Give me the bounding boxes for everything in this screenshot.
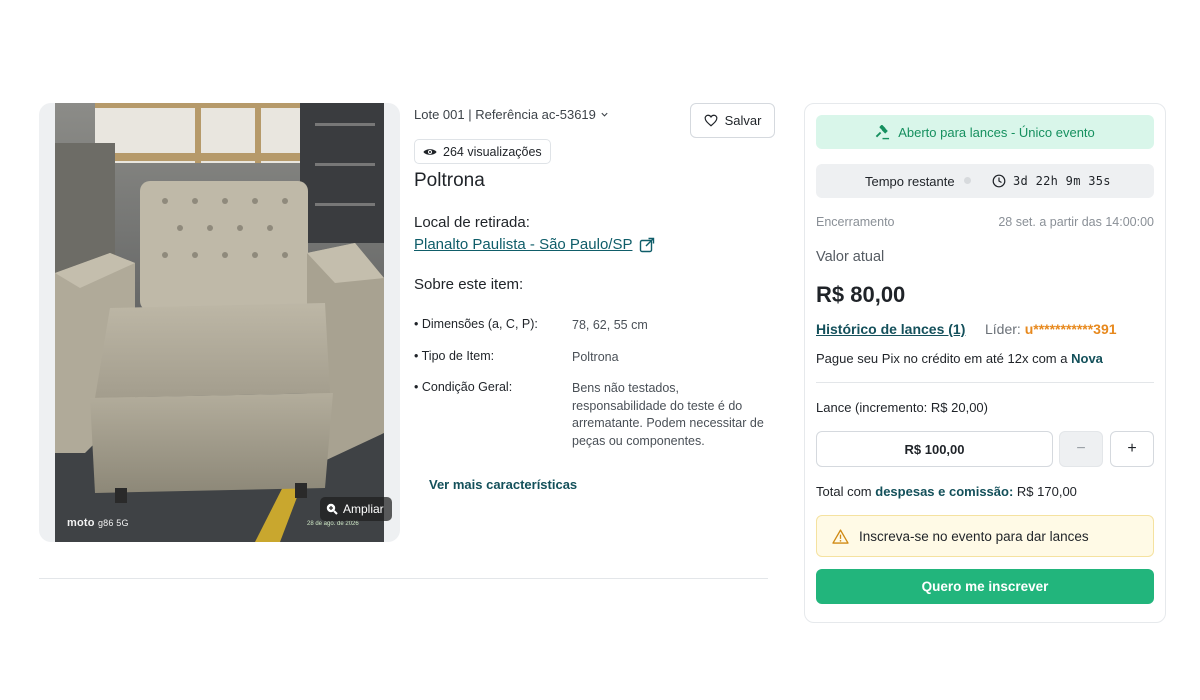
- current-value-label: Valor atual: [816, 249, 885, 265]
- bid-increment-label: Lance (incremento: R$ 20,00): [816, 400, 988, 415]
- spec-key-text: Condição Geral:: [421, 380, 513, 394]
- spec-value: Poltrona: [572, 350, 619, 364]
- clock-icon: [992, 174, 1006, 188]
- photo-date-stamp: 28 de ago. de 2026: [307, 521, 359, 527]
- closing-label: Encerramento: [816, 215, 895, 229]
- timer-dot: [964, 177, 971, 184]
- heart-icon: [704, 114, 717, 127]
- pix-brand-link[interactable]: Nova: [1071, 351, 1103, 366]
- gavel-icon: [875, 124, 890, 139]
- closing-value: 28 set. a partir das 14:00:00: [998, 215, 1154, 229]
- pickup-location-link[interactable]: Planalto Paulista - São Paulo/SP: [414, 236, 655, 253]
- item-title: Poltrona: [414, 170, 485, 191]
- spec-key-text: Dimensões (a, C, P):: [421, 317, 538, 331]
- zoom-label: Ampliar: [343, 502, 384, 516]
- section-divider: [39, 578, 768, 579]
- chevron-down-icon: [601, 112, 608, 117]
- register-warning: Inscreva-se no evento para dar lances: [816, 515, 1154, 557]
- current-price: R$ 80,00: [816, 282, 906, 307]
- total-prefix: Total com: [816, 484, 872, 499]
- bid-history-link[interactable]: Histórico de lances (1): [816, 321, 965, 337]
- views-badge: 264 visualizações: [414, 139, 551, 164]
- countdown-timer: Tempo restante 3d 22h 9m 35s: [816, 164, 1154, 198]
- spec-key-text: Tipo de Item:: [421, 349, 495, 363]
- phone-watermark: moto g86 5G: [67, 517, 129, 529]
- zoom-button[interactable]: Ampliar: [320, 497, 392, 521]
- armchair-photo-illustration: [55, 103, 384, 542]
- status-text: Aberto para lances - Único evento: [898, 124, 1095, 140]
- phone-model-text: g86 5G: [97, 518, 129, 528]
- leader-info: Líder: u***********391: [985, 321, 1117, 337]
- spec-key: • Dimensões (a, C, P):: [414, 317, 538, 331]
- save-button[interactable]: Salvar: [690, 103, 775, 138]
- external-link-icon: [640, 237, 655, 252]
- warning-triangle-icon: [832, 528, 849, 544]
- total-line: Total com despesas e comissão: R$ 170,00: [816, 484, 1077, 499]
- about-label: Sobre este item:: [414, 276, 524, 293]
- total-value: R$ 170,00: [1016, 484, 1077, 499]
- product-photo[interactable]: moto g86 5G 28 de ago. de 2026: [55, 103, 384, 542]
- spec-key: • Tipo de Item:: [414, 349, 495, 363]
- warning-text: Inscreva-se no evento para dar lances: [859, 528, 1089, 544]
- more-features-link[interactable]: Ver mais características: [429, 477, 577, 492]
- spec-value: 78, 62, 55 cm: [572, 318, 648, 332]
- product-photo-card: moto g86 5G 28 de ago. de 2026 Ampliar: [39, 103, 400, 542]
- lot-reference-dropdown[interactable]: Lote 001 | Referência ac-53619: [414, 107, 609, 122]
- timer-value: 3d 22h 9m 35s: [1013, 174, 1111, 188]
- fees-link[interactable]: despesas e comissão:: [875, 484, 1013, 499]
- eye-icon: [423, 148, 437, 155]
- timer-label: Tempo restante: [865, 174, 955, 189]
- spec-value: Bens não testados, responsabilidade do t…: [572, 381, 764, 448]
- increase-bid-button[interactable]: +: [1110, 431, 1154, 467]
- status-banner: Aberto para lances - Único evento: [816, 115, 1154, 149]
- spec-key: • Condição Geral:: [414, 380, 513, 394]
- pix-text: Pague seu Pix no crédito em até 12x com …: [816, 351, 1068, 366]
- leader-user: u***********391: [1024, 321, 1117, 337]
- panel-divider: [816, 382, 1154, 383]
- bid-amount-input[interactable]: [816, 431, 1053, 467]
- decrease-bid-button[interactable]: −: [1059, 431, 1103, 467]
- phone-brand-text: moto: [67, 517, 95, 529]
- pickup-label: Local de retirada:: [414, 214, 530, 231]
- pix-credit-line: Pague seu Pix no crédito em até 12x com …: [816, 351, 1103, 366]
- save-label: Salvar: [724, 113, 762, 128]
- views-count: 264 visualizações: [443, 144, 542, 159]
- pickup-location-text: Planalto Paulista - São Paulo/SP: [414, 236, 633, 253]
- subscribe-button[interactable]: Quero me inscrever: [816, 569, 1154, 604]
- leader-label: Líder:: [985, 321, 1021, 337]
- zoom-in-icon: [326, 503, 338, 515]
- lot-reference-text: Lote 001 | Referência ac-53619: [414, 107, 596, 122]
